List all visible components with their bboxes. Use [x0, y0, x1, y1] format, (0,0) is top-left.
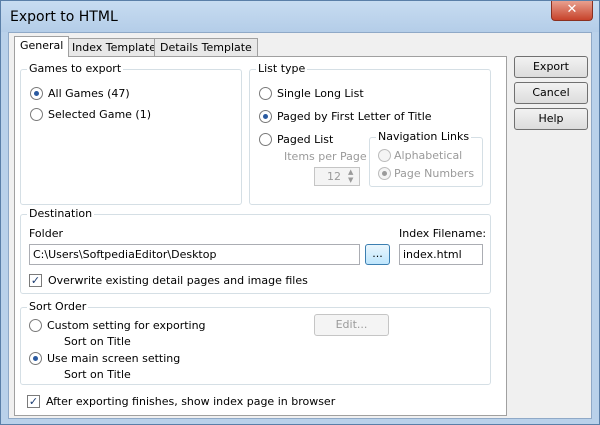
single-long-list-radio[interactable] — [259, 87, 272, 100]
overwrite-label[interactable]: Overwrite existing detail pages and imag… — [48, 274, 308, 287]
close-icon[interactable]: ✕ — [551, 1, 593, 21]
items-per-page-label: Items per Page — [284, 150, 367, 163]
show-in-browser-label[interactable]: After exporting finishes, show index pag… — [46, 395, 335, 408]
sort-order-group: Sort Order Custom setting for exporting … — [20, 300, 491, 385]
main-sort-label[interactable]: Use main screen setting — [47, 352, 180, 365]
spinner-arrows-icon[interactable]: ▲ ▼ — [348, 168, 353, 184]
all-games-radio[interactable] — [30, 87, 43, 100]
list-type-legend: List type — [256, 62, 308, 75]
browse-button[interactable]: ... — [365, 244, 390, 265]
main-sort-sub: Sort on Title — [64, 368, 131, 381]
general-tab-panel: Games to export All Games (47) Selected … — [14, 56, 507, 416]
page-numbers-radio[interactable] — [378, 167, 391, 180]
paged-list-radio[interactable] — [259, 133, 272, 146]
custom-sort-label[interactable]: Custom setting for exporting — [47, 319, 206, 332]
paged-by-letter-radio[interactable] — [259, 110, 272, 123]
games-to-export-legend: Games to export — [27, 62, 124, 75]
items-per-page-value: 12 — [327, 170, 341, 183]
overwrite-checkbox[interactable]: ✓ — [29, 274, 42, 287]
navigation-links-legend: Navigation Links — [376, 130, 472, 143]
index-filename-input[interactable]: index.html — [399, 244, 483, 265]
games-to-export-group: Games to export All Games (47) Selected … — [20, 62, 242, 205]
tab-details-template[interactable]: Details Template — [154, 38, 258, 56]
title-bar[interactable]: Export to HTML ✕ — [1, 1, 599, 32]
sort-order-legend: Sort Order — [27, 300, 89, 313]
items-per-page-spinner[interactable]: 12 ▲ ▼ — [314, 167, 360, 186]
paged-list-label[interactable]: Paged List — [277, 133, 333, 146]
tab-index-template[interactable]: Index Template — [66, 38, 162, 56]
export-dialog: Export to HTML ✕ General Index Template … — [0, 0, 600, 425]
folder-label: Folder — [29, 227, 63, 240]
show-in-browser-checkbox[interactable]: ✓ — [27, 395, 40, 408]
window-title: Export to HTML — [10, 9, 118, 25]
list-type-group: List type Single Long List Paged by Firs… — [249, 62, 491, 205]
folder-input[interactable]: C:\Users\SoftpediaEditor\Desktop — [29, 244, 360, 265]
main-sort-radio[interactable] — [29, 352, 42, 365]
destination-legend: Destination — [27, 207, 95, 220]
cancel-button[interactable]: Cancel — [514, 82, 588, 104]
selected-game-radio[interactable] — [30, 108, 43, 121]
custom-sort-sub: Sort on Title — [64, 335, 131, 348]
navigation-links-group: Navigation Links Alphabetical Page Numbe… — [369, 130, 483, 187]
help-button[interactable]: Help — [514, 108, 588, 130]
index-filename-label: Index Filename: — [399, 227, 487, 240]
paged-by-letter-label[interactable]: Paged by First Letter of Title — [277, 110, 432, 123]
all-games-label[interactable]: All Games (47) — [48, 87, 130, 100]
custom-sort-radio[interactable] — [29, 319, 42, 332]
page-numbers-label[interactable]: Page Numbers — [394, 167, 474, 180]
alphabetical-label[interactable]: Alphabetical — [394, 149, 462, 162]
alphabetical-radio[interactable] — [378, 149, 391, 162]
dialog-client: General Index Template Details Template … — [8, 32, 592, 419]
export-button[interactable]: Export — [514, 56, 588, 78]
selected-game-label[interactable]: Selected Game (1) — [48, 108, 151, 121]
tab-general[interactable]: General — [14, 36, 70, 57]
destination-group: Destination Folder C:\Users\SoftpediaEdi… — [20, 207, 491, 294]
edit-button[interactable]: Edit... — [314, 314, 389, 336]
single-long-list-label[interactable]: Single Long List — [277, 87, 364, 100]
